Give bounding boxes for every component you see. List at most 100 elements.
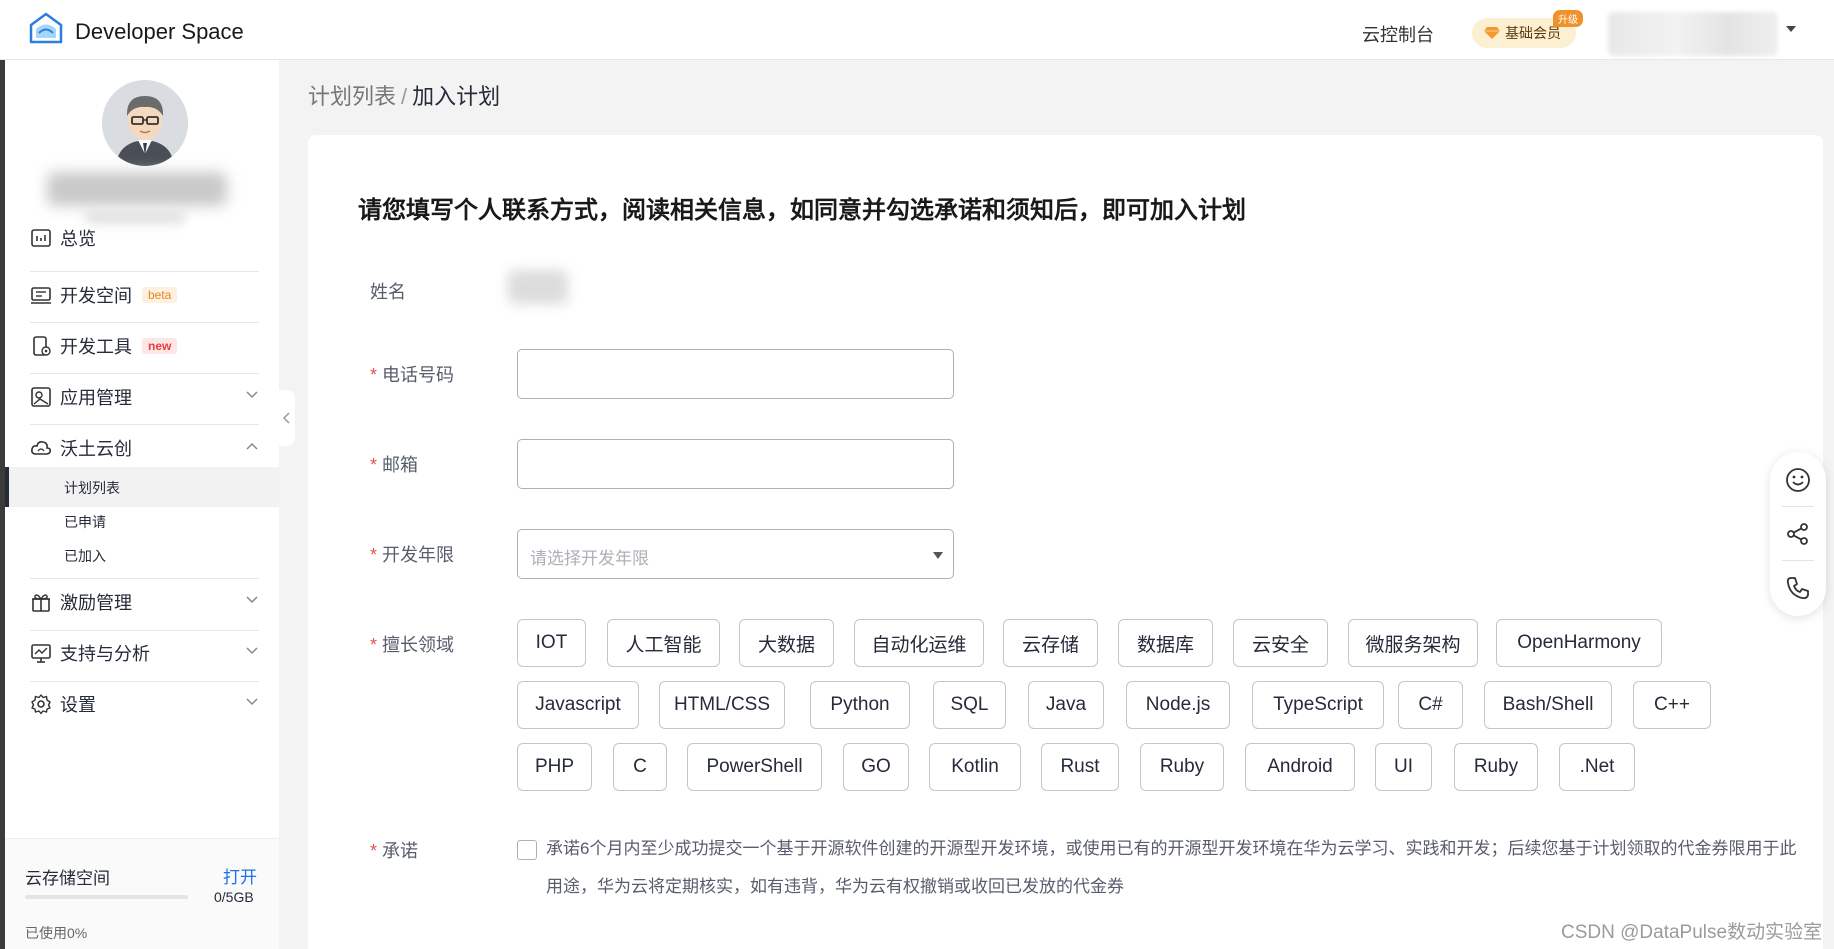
- domain-chip-csharp[interactable]: C#: [1398, 681, 1463, 729]
- required-mark: *: [370, 365, 378, 385]
- chevron-down-icon: [246, 596, 258, 604]
- domain-chip-kotlin[interactable]: Kotlin: [929, 743, 1021, 791]
- storage-used: 已使用0%: [25, 925, 88, 941]
- account-dropdown-caret-icon[interactable]: [1786, 26, 1796, 32]
- beta-tag: beta: [142, 287, 178, 303]
- domain-chip-python[interactable]: Python: [810, 681, 910, 729]
- gift-icon: [32, 594, 50, 612]
- top-header: Developer Space 云控制台 基础会员 升级: [0, 0, 1834, 60]
- floating-toolbar: [1770, 452, 1826, 616]
- domain-chip-go[interactable]: GO: [843, 743, 909, 791]
- sidebar: 总览 开发空间 beta 开发工具 new 应用管理 沃土云创 计划列表 已申请…: [5, 60, 279, 949]
- required-mark: *: [370, 841, 378, 861]
- domain-chip-iot[interactable]: IOT: [517, 619, 586, 667]
- domain-chip-sql[interactable]: SQL: [933, 681, 1006, 729]
- sidebar-item-incentive-management[interactable]: 激励管理: [30, 582, 260, 622]
- sidebar-item-label: 支持与分析: [60, 644, 150, 664]
- sidebar-item-settings[interactable]: 设置: [30, 684, 260, 724]
- email-label: * 邮箱: [370, 451, 418, 477]
- domain-chip-ui[interactable]: UI: [1375, 743, 1432, 791]
- sidebar-item-overview[interactable]: 总览: [30, 218, 260, 258]
- sidebar-item-app-management[interactable]: 应用管理: [30, 377, 260, 417]
- dev-years-label-text: 开发年限: [382, 545, 455, 565]
- domain-chip-c[interactable]: C: [613, 743, 667, 791]
- domain-chip-openharmony[interactable]: OpenHarmony: [1496, 619, 1662, 667]
- avatar[interactable]: [102, 80, 188, 166]
- domain-chip-ruby[interactable]: Ruby: [1140, 743, 1224, 791]
- active-subitem-highlight: [5, 467, 279, 507]
- diamond-icon: [1484, 27, 1500, 39]
- domain-chip-powershell[interactable]: PowerShell: [687, 743, 822, 791]
- sidebar-item-dev-tools[interactable]: 开发工具 new: [30, 326, 260, 366]
- domain-chip-html-css[interactable]: HTML/CSS: [659, 681, 785, 729]
- dev-years-label: * 开发年限: [370, 541, 454, 567]
- domain-chip-automation-ops[interactable]: 自动化运维: [854, 619, 984, 667]
- name-value-blurred: [508, 270, 568, 304]
- upgrade-tag[interactable]: 升级: [1553, 10, 1583, 27]
- chevron-left-icon: [282, 412, 290, 424]
- sidebar-subitem-joined[interactable]: 已加入: [64, 546, 106, 566]
- domain-chip-big-data[interactable]: 大数据: [739, 619, 834, 667]
- domain-chip-bash-shell[interactable]: Bash/Shell: [1484, 681, 1612, 729]
- domain-chip-dotnet[interactable]: .Net: [1559, 743, 1635, 791]
- domain-chip-cloud-security[interactable]: 云安全: [1233, 619, 1328, 667]
- promise-checkbox[interactable]: [517, 840, 537, 860]
- sidebar-item-label: 激励管理: [60, 593, 132, 613]
- domain-chip-android[interactable]: Android: [1245, 743, 1355, 791]
- sidebar-divider: [30, 373, 259, 374]
- storage-open-link[interactable]: 打开: [223, 863, 257, 888]
- breadcrumb-plan-list[interactable]: 计划列表: [308, 84, 396, 109]
- sidebar-item-support-analysis[interactable]: 支持与分析: [30, 633, 260, 673]
- sidebar-collapse-button[interactable]: [279, 390, 295, 446]
- domain-chip-cpp[interactable]: C++: [1633, 681, 1711, 729]
- sidebar-divider: [30, 630, 259, 631]
- sidebar-item-wotu-cloud[interactable]: 沃土云创: [30, 428, 260, 468]
- domain-chip-database[interactable]: 数据库: [1118, 619, 1213, 667]
- domain-chip-rust[interactable]: Rust: [1041, 743, 1119, 791]
- storage-size: 0/5GB: [214, 889, 254, 905]
- storage-title: 云存储空间: [25, 869, 110, 888]
- sidebar-item-label: 开发空间: [60, 286, 132, 306]
- developer-space-logo[interactable]: [28, 12, 64, 46]
- avatar-illustration: [102, 80, 188, 166]
- dashboard-icon: [31, 229, 51, 247]
- breadcrumb-current: 加入计划: [412, 84, 501, 109]
- toolbar-divider: [1782, 506, 1814, 507]
- sidebar-subitem-plan-list[interactable]: 计划列表: [64, 478, 120, 498]
- sidebar-divider: [30, 271, 259, 272]
- dev-years-placeholder: 请选择开发年限: [530, 549, 649, 568]
- required-mark: *: [370, 455, 378, 475]
- dev-tools-icon: [33, 336, 51, 356]
- cloud-console-link[interactable]: 云控制台: [1362, 21, 1434, 47]
- phone-icon[interactable]: [1784, 574, 1812, 602]
- email-input[interactable]: [517, 439, 954, 489]
- chevron-down-icon: [246, 391, 258, 399]
- email-label-text: 邮箱: [382, 455, 419, 475]
- share-icon[interactable]: [1784, 520, 1812, 548]
- phone-input[interactable]: [517, 349, 954, 399]
- smile-icon[interactable]: [1784, 466, 1812, 494]
- promise-text: 承诺6个月内至少成功提交一个基于开源软件创建的开源型开发环境，或使用已有的开源型…: [546, 839, 1797, 896]
- sidebar-subitem-applied[interactable]: 已申请: [64, 512, 106, 532]
- watermark: CSDN @DataPulse数动实验室: [1561, 922, 1823, 943]
- sidebar-item-dev-space[interactable]: 开发空间 beta: [30, 275, 260, 315]
- domain-chip-ai[interactable]: 人工智能: [607, 619, 720, 667]
- domain-chip-nodejs[interactable]: Node.js: [1126, 681, 1230, 729]
- required-mark: *: [370, 545, 378, 565]
- sidebar-item-label: 总览: [60, 229, 96, 249]
- storage-usage-bar: [25, 895, 188, 899]
- domain-chip-microservices[interactable]: 微服务架构: [1348, 619, 1478, 667]
- domain-chip-ruby-2[interactable]: Ruby: [1454, 743, 1538, 791]
- brand-title[interactable]: Developer Space: [75, 19, 244, 45]
- dev-years-select[interactable]: 请选择开发年限: [517, 529, 954, 579]
- cloud-storage-panel: 云存储空间 打开 0/5GB 已使用0%: [5, 838, 279, 949]
- user-account-menu[interactable]: [1608, 12, 1778, 56]
- domain-chip-java[interactable]: Java: [1028, 681, 1104, 729]
- domain-chip-typescript[interactable]: TypeScript: [1252, 681, 1384, 729]
- domain-chip-cloud-storage[interactable]: 云存储: [1003, 619, 1098, 667]
- join-plan-form-card: 请您填写个人联系方式，阅读相关信息，如同意并勾选承诺和须知后，即可加入计划 姓名…: [308, 135, 1823, 949]
- promise-label: * 承诺: [370, 837, 418, 863]
- domain-label: * 擅长领域: [370, 631, 454, 657]
- domain-chip-php[interactable]: PHP: [517, 743, 592, 791]
- domain-chip-javascript[interactable]: Javascript: [517, 681, 639, 729]
